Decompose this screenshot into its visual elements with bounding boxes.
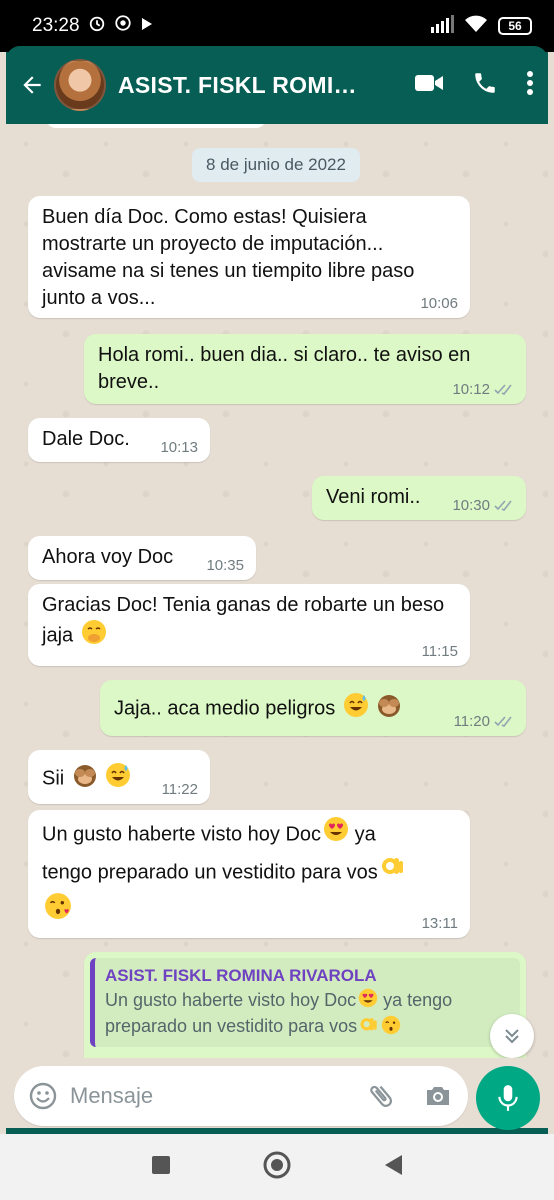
scroll-to-bottom-button[interactable]	[490, 1014, 534, 1058]
back-nav-button[interactable]	[382, 1153, 404, 1182]
play-store-icon	[140, 15, 154, 37]
previous-message-stub	[46, 124, 266, 128]
kebab-menu-icon	[527, 70, 533, 95]
heart-eyes-emoji	[358, 988, 378, 1014]
message-time: 10:13	[160, 439, 198, 456]
voice-message-button[interactable]	[476, 1066, 540, 1130]
message-text: Sii	[42, 767, 65, 790]
microphone-icon	[498, 1085, 518, 1111]
home-button[interactable]	[262, 1150, 292, 1185]
message-input[interactable]	[68, 1082, 366, 1110]
signal-icon	[430, 14, 454, 38]
status-time: 23:28	[32, 15, 80, 36]
status-bar: 23:28 56	[0, 0, 554, 52]
date-chip: 8 de junio de 2022	[192, 148, 360, 182]
message-text: Hola romi.. buen dia.. si claro.. te avi…	[98, 344, 471, 393]
quoted-text-line1-end: ya tengo	[378, 990, 453, 1010]
alarm-icon	[88, 14, 106, 38]
message-outgoing[interactable]: Veni romi.. 10:30	[312, 476, 526, 520]
message-incoming[interactable]: Gracias Doc! Tenia ganas de robarte un b…	[28, 584, 470, 666]
ok-hand-emoji	[380, 854, 406, 892]
quoted-author: ASIST. FISKL ROMINA RIVAROLA	[105, 966, 377, 985]
message-incoming[interactable]: Buen día Doc. Como estas! Quisiera mostr…	[28, 196, 470, 318]
recents-button[interactable]	[150, 1154, 172, 1181]
sweat-smile-emoji	[343, 692, 369, 726]
kissing-heart-emoji	[44, 892, 72, 932]
message-text: Ahora voy Doc	[42, 546, 174, 568]
quoted-text-line2: preparado un vestidito para vos	[105, 1016, 358, 1037]
message-time: 11:22	[161, 781, 198, 798]
double-chevron-down-icon	[505, 1029, 519, 1044]
paperclip-icon	[370, 1085, 393, 1107]
message-text-line1: Un gusto haberte visto hoy Doc	[42, 823, 322, 846]
kissing-heart-emoji	[381, 1015, 401, 1041]
chat-header: ASIST. FISKL ROMINA RIVAROLA	[6, 46, 548, 124]
message-text: Jaja.. aca medio peligros	[114, 697, 336, 720]
back-arrow-icon	[23, 76, 41, 94]
message-time: 10:06	[420, 295, 458, 312]
message-text-line2: tengo preparado un vestidito para vos	[42, 861, 378, 884]
message-time: 13:11	[421, 915, 458, 932]
attach-button[interactable]	[366, 1081, 396, 1111]
home-circle-icon	[263, 1151, 291, 1178]
battery-indicator: 56	[498, 17, 532, 35]
message-text: Veni romi..	[326, 486, 421, 508]
camera-button[interactable]	[424, 1083, 452, 1109]
whatsapp-notification-icon	[114, 14, 132, 38]
sweat-smile-emoji	[105, 762, 131, 796]
message-text-line1-end: ya	[349, 823, 376, 846]
message-incoming[interactable]: Un gusto haberte visto hoy Doc ya tengo …	[28, 810, 470, 938]
right-frame	[548, 52, 554, 1134]
message-incoming[interactable]: Ahora voy Doc 10:35	[28, 536, 256, 580]
phone-icon	[475, 72, 495, 93]
double-check-icon	[494, 716, 512, 728]
message-time: 10:30	[452, 497, 490, 514]
heart-eyes-emoji	[323, 816, 349, 854]
voice-call-button[interactable]	[472, 70, 498, 101]
video-call-button[interactable]	[414, 72, 444, 99]
message-outgoing[interactable]: Jaja.. aca medio peligros 11:20	[100, 680, 526, 736]
video-camera-icon	[415, 74, 443, 91]
hand-over-mouth-emoji	[81, 619, 107, 653]
message-text: Dale Doc.	[42, 428, 130, 450]
message-time: 10:35	[206, 557, 244, 574]
back-button[interactable]	[10, 63, 54, 107]
message-text: Buen día Doc. Como estas! Quisiera mostr…	[42, 206, 415, 309]
message-incoming[interactable]: Sii 11:22	[28, 750, 210, 804]
message-outgoing-reply[interactable]: ASIST. FISKL ROMINA RIVAROLA Un gusto ha…	[84, 952, 526, 1072]
square-icon	[152, 1155, 170, 1174]
emoji-button[interactable]	[28, 1081, 58, 1111]
quoted-message[interactable]: ASIST. FISKL ROMINA RIVAROLA Un gusto ha…	[90, 958, 520, 1047]
smiley-icon	[29, 1082, 57, 1110]
ok-hand-emoji	[359, 1015, 379, 1041]
message-time: 11:20	[453, 713, 490, 730]
system-navigation-bar	[0, 1134, 554, 1200]
more-options-button[interactable]	[526, 70, 534, 101]
chat-area[interactable]: 8 de junio de 2022 Buen día Doc. Como es…	[6, 124, 548, 1072]
contact-avatar[interactable]	[54, 59, 106, 111]
double-check-icon	[494, 500, 512, 512]
contact-name[interactable]: ASIST. FISKL ROMINA RIVAROLA	[118, 72, 368, 99]
quoted-text-line1: Un gusto haberte visto hoy Doc	[105, 990, 357, 1010]
see-no-evil-monkey-emoji	[376, 692, 402, 726]
message-incoming[interactable]: Dale Doc. 10:13	[28, 418, 210, 462]
message-time: 10:12	[452, 381, 490, 398]
message-time: 11:15	[421, 643, 458, 660]
camera-icon	[427, 1087, 449, 1105]
triangle-back-icon	[385, 1154, 402, 1175]
message-composer	[14, 1066, 468, 1126]
wifi-icon	[464, 15, 488, 38]
message-outgoing[interactable]: Hola romi.. buen dia.. si claro.. te avi…	[84, 334, 526, 404]
see-no-evil-monkey-emoji	[72, 762, 98, 796]
double-check-icon	[494, 384, 512, 396]
